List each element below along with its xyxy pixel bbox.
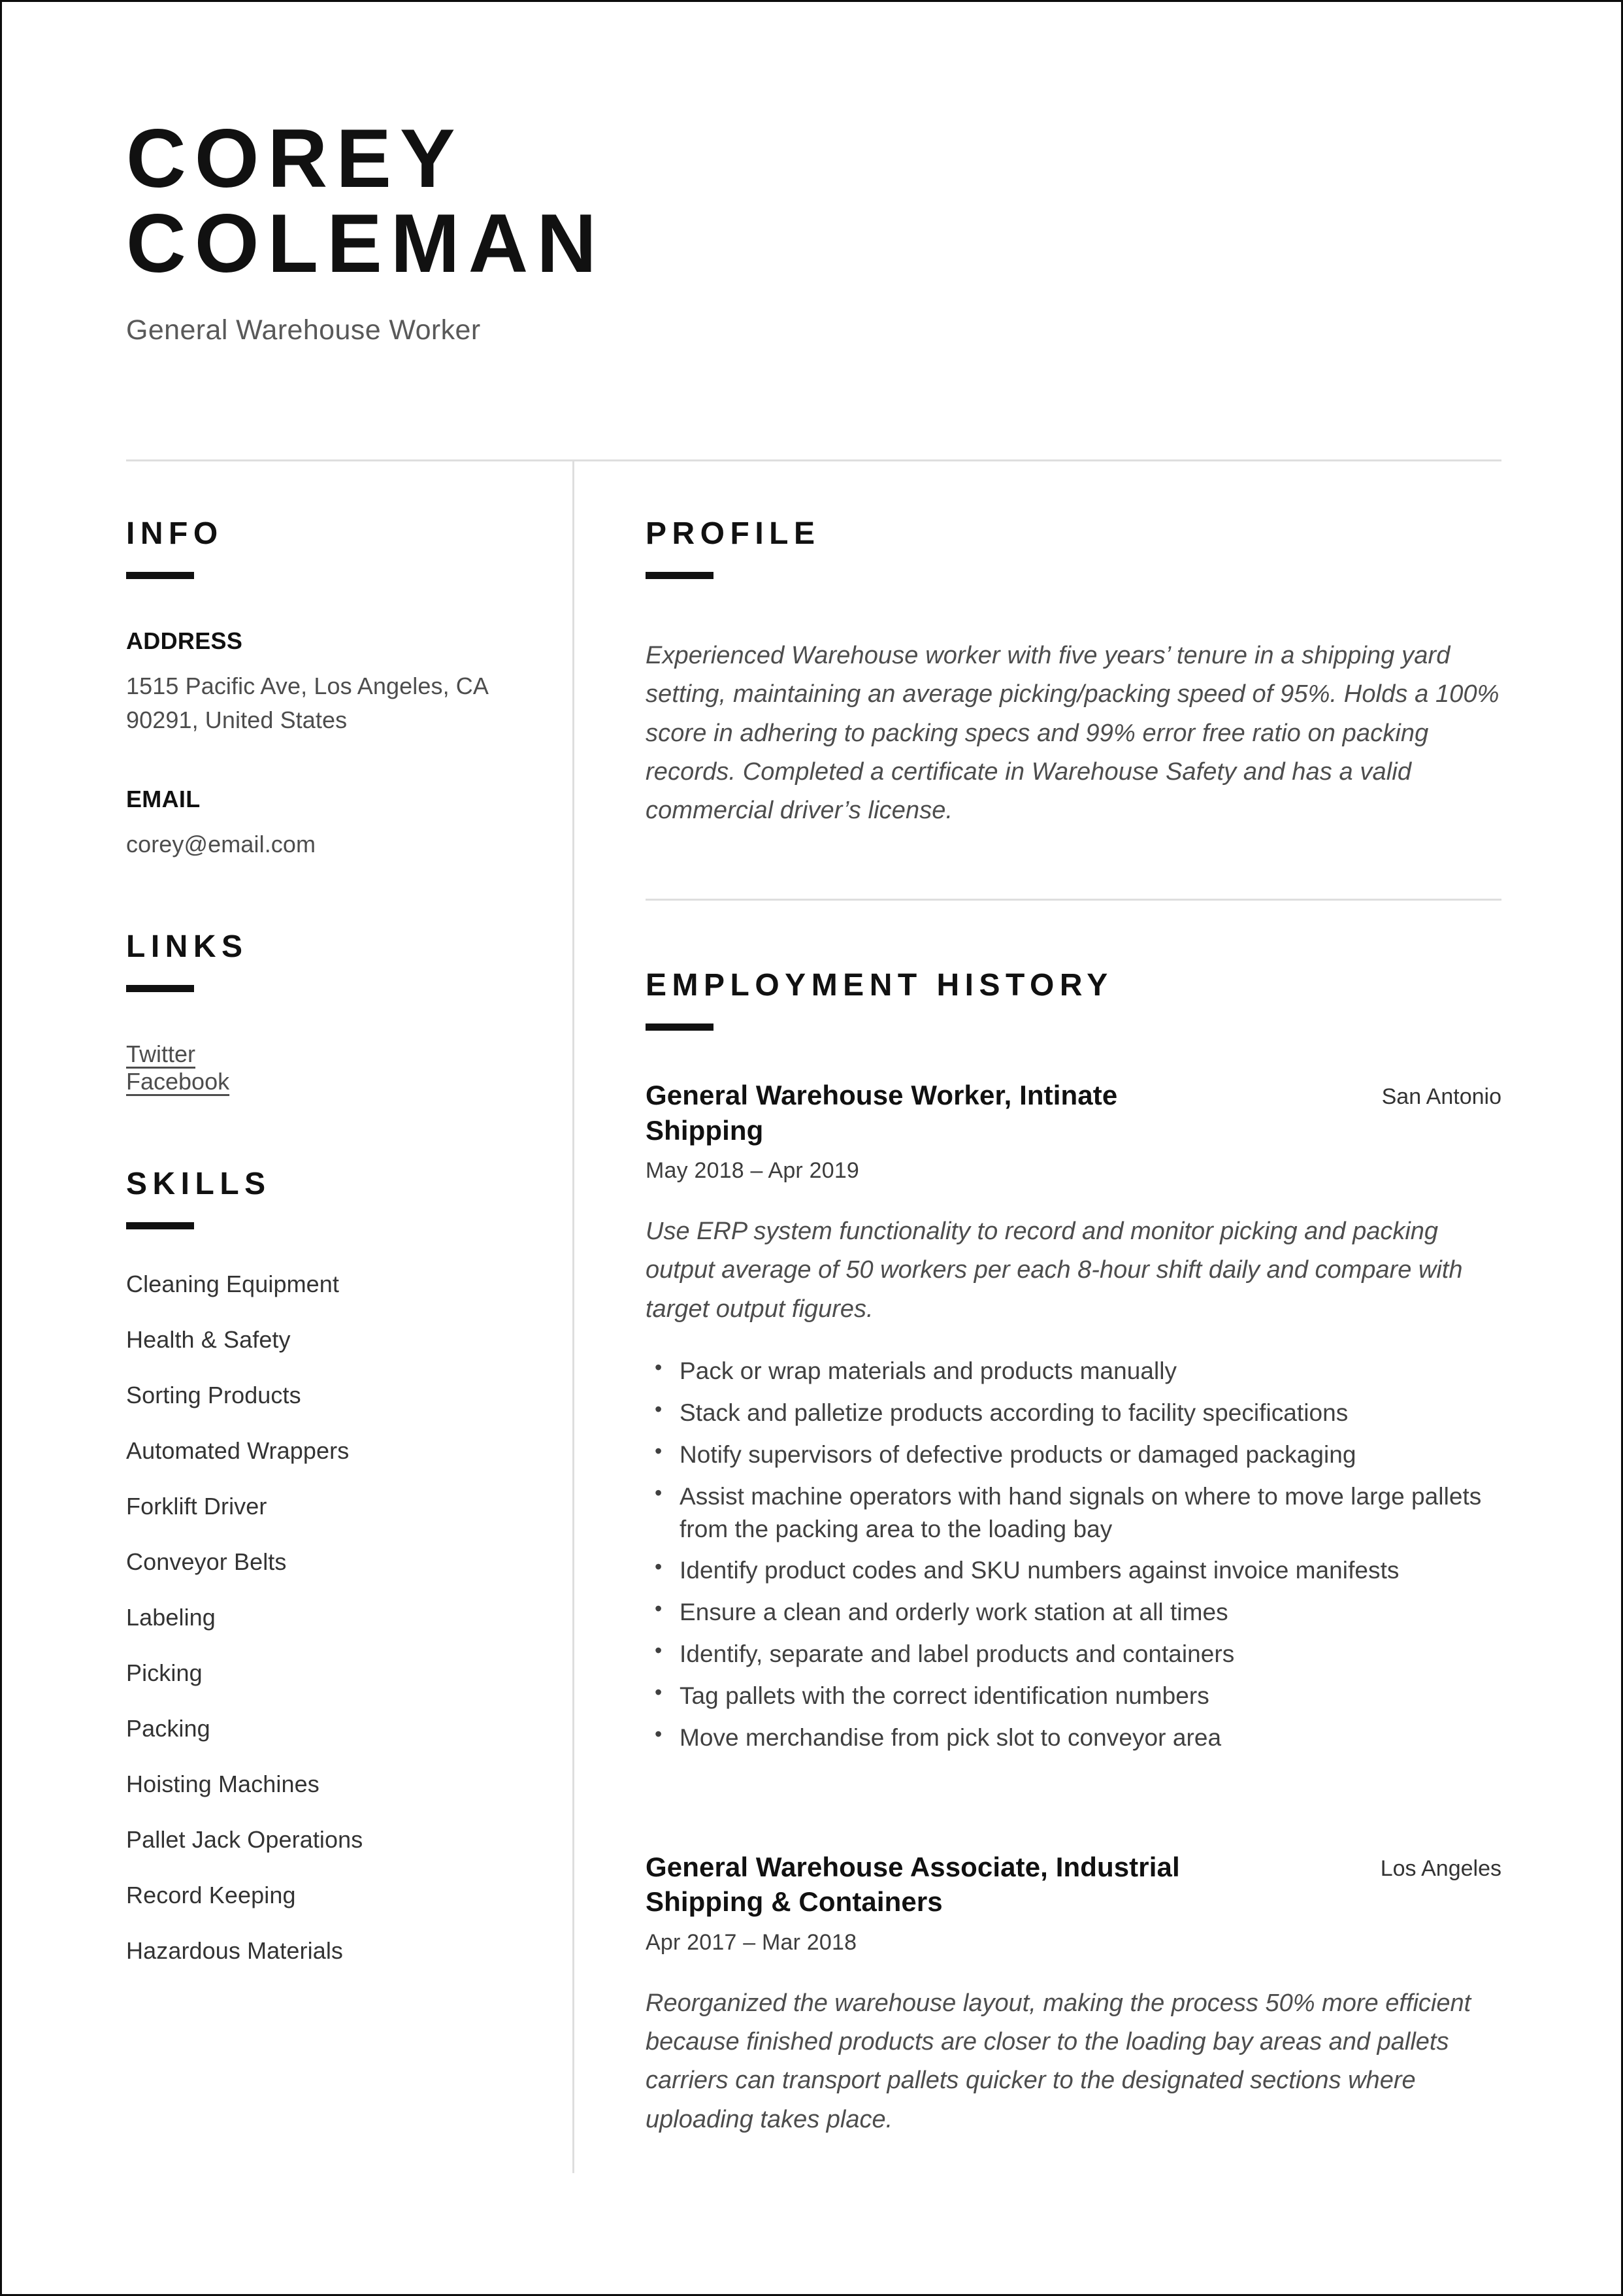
skill-item: Packing bbox=[126, 1715, 210, 1742]
email-value: corey@email.com bbox=[126, 830, 316, 857]
employment-title: General Warehouse Associate, Industrial … bbox=[646, 1852, 1180, 1918]
section-info: INFO ADDRESS 1515 Pacific Ave, Los Angel… bbox=[126, 518, 544, 861]
section-employment: EMPLOYMENT HISTORY General Warehouse Wor… bbox=[646, 970, 1501, 2139]
section-profile: PROFILE Experienced Warehouse worker wit… bbox=[646, 518, 1501, 830]
employment-location: San Antonio bbox=[1381, 1084, 1501, 1110]
bullet-item: Pack or wrap materials and products manu… bbox=[655, 1354, 1501, 1388]
email-label: EMAIL bbox=[126, 785, 201, 812]
employment-header: General Warehouse Worker, Intinate Shipp… bbox=[646, 1078, 1501, 1148]
skill-item: Labeling bbox=[126, 1604, 216, 1631]
section-title-info: INFO bbox=[126, 516, 223, 551]
employment-header: General Warehouse Associate, Industrial … bbox=[646, 1850, 1501, 1920]
section-rule-employment bbox=[646, 1023, 713, 1031]
bullet-item: Identify, separate and label products an… bbox=[655, 1637, 1501, 1671]
section-title-links: LINKS bbox=[126, 929, 248, 965]
skill-item: Cleaning Equipment bbox=[126, 1271, 340, 1298]
section-title-employment: EMPLOYMENT HISTORY bbox=[646, 968, 1113, 1003]
skill-item: Automated Wrappers bbox=[126, 1437, 350, 1465]
link-facebook[interactable]: Facebook bbox=[126, 1068, 229, 1095]
resume-sheet: COREY COLEMAN General Warehouse Worker I… bbox=[126, 2, 1501, 2294]
employment-dates: May 2018 – Apr 2019 bbox=[646, 1157, 860, 1183]
bullet-item: Identify product codes and SKU numbers a… bbox=[655, 1553, 1501, 1587]
spacer-employment bbox=[646, 830, 1501, 970]
section-title-skills: SKILLS bbox=[126, 1167, 271, 1202]
skills-list: Cleaning Equipment Health & Safety Sorti… bbox=[126, 1273, 544, 1963]
spacer-between-jobs bbox=[646, 1763, 1501, 1803]
employment-title: General Warehouse Worker, Intinate Shipp… bbox=[646, 1080, 1118, 1146]
skill-item: Picking bbox=[126, 1659, 203, 1687]
spacer-skills bbox=[126, 1095, 544, 1169]
employment-summary: Reorganized the warehouse layout, making… bbox=[646, 1989, 1471, 2133]
column-divider bbox=[572, 461, 574, 2173]
employment-entry: General Warehouse Associate, Industrial … bbox=[646, 1850, 1501, 2139]
bullet-item: Assist machine operators with hand signa… bbox=[655, 1479, 1501, 1546]
skill-item: Forklift Driver bbox=[126, 1493, 267, 1520]
links-list: Twitter Facebook bbox=[126, 1040, 544, 1095]
skill-item: Health & Safety bbox=[126, 1326, 291, 1354]
resume-page: COREY COLEMAN General Warehouse Worker I… bbox=[0, 0, 1623, 2296]
skill-item: Hoisting Machines bbox=[126, 1771, 320, 1798]
employment-bullets: Pack or wrap materials and products manu… bbox=[646, 1354, 1501, 1754]
address-field: ADDRESS 1515 Pacific Ave, Los Angeles, C… bbox=[126, 627, 544, 737]
first-name: COREY bbox=[126, 112, 464, 205]
skill-item: Pallet Jack Operations bbox=[126, 1826, 363, 1854]
employment-entry: General Warehouse Worker, Intinate Shipp… bbox=[646, 1078, 1501, 1754]
link-twitter[interactable]: Twitter bbox=[126, 1040, 195, 1068]
resume-header: COREY COLEMAN General Warehouse Worker bbox=[126, 116, 1501, 346]
profile-text: Experienced Warehouse worker with five y… bbox=[646, 642, 1500, 825]
section-rule-links bbox=[126, 985, 194, 993]
bullet-item: Move merchandise from pick slot to conve… bbox=[655, 1720, 1501, 1754]
header-divider bbox=[126, 459, 1501, 461]
main-column: PROFILE Experienced Warehouse worker wit… bbox=[646, 518, 1501, 2139]
skill-item: Record Keeping bbox=[126, 1882, 296, 1909]
skill-item: Conveyor Belts bbox=[126, 1548, 287, 1576]
employment-summary: Use ERP system functionality to record a… bbox=[646, 1217, 1463, 1323]
section-title-profile: PROFILE bbox=[646, 516, 821, 551]
bullet-item: Stack and palletize products according t… bbox=[655, 1395, 1501, 1429]
section-rule-profile bbox=[646, 572, 713, 579]
last-name: COLEMAN bbox=[126, 196, 606, 290]
skill-item: Hazardous Materials bbox=[126, 1937, 344, 1965]
employment-location: Los Angeles bbox=[1380, 1856, 1501, 1882]
bullet-item: Ensure a clean and orderly work station … bbox=[655, 1595, 1501, 1629]
section-links: LINKS Twitter Facebook bbox=[126, 931, 544, 1095]
bullet-item: Tag pallets with the correct identificat… bbox=[655, 1678, 1501, 1712]
address-label: ADDRESS bbox=[126, 627, 243, 654]
address-value: 1515 Pacific Ave, Los Angeles, CA 90291,… bbox=[126, 673, 488, 733]
section-rule-skills bbox=[126, 1222, 194, 1230]
bullet-item: Notify supervisors of defective products… bbox=[655, 1437, 1501, 1471]
spacer-links bbox=[126, 861, 544, 931]
sidebar-column: INFO ADDRESS 1515 Pacific Ave, Los Angel… bbox=[126, 518, 544, 1963]
employment-dates: Apr 2017 – Mar 2018 bbox=[646, 1929, 857, 1955]
email-field: EMAIL corey@email.com bbox=[126, 786, 544, 861]
skill-item: Sorting Products bbox=[126, 1382, 301, 1409]
job-subtitle: General Warehouse Worker bbox=[126, 314, 481, 346]
section-skills: SKILLS Cleaning Equipment Health & Safet… bbox=[126, 1169, 544, 1963]
section-rule-info bbox=[126, 572, 194, 579]
